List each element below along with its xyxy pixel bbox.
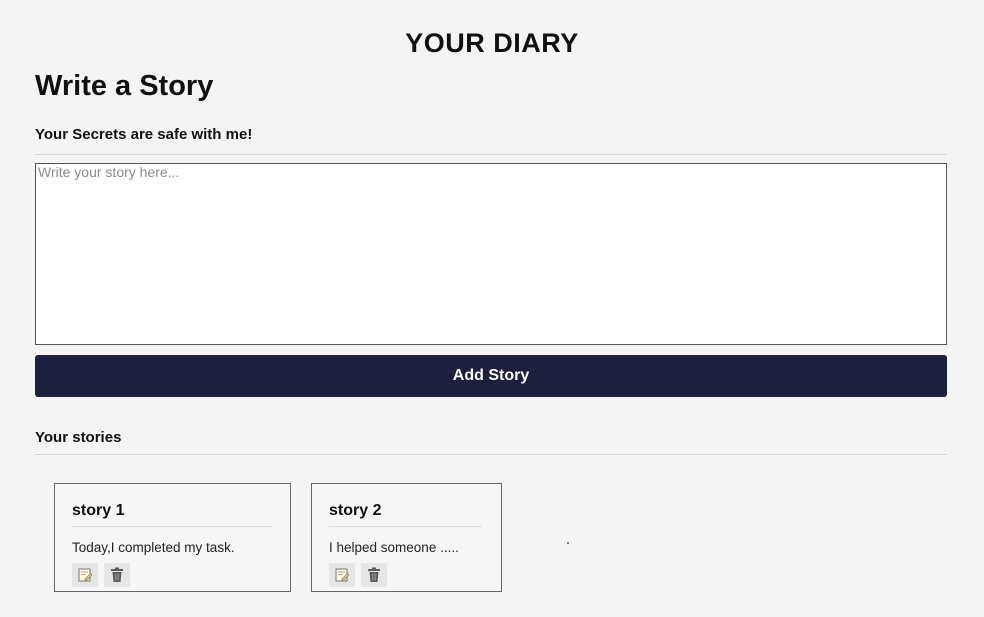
app-title: YOUR DIARY [405, 28, 579, 58]
story-title: story 1 [72, 502, 125, 519]
story-actions [72, 563, 130, 587]
stories-divider [35, 454, 947, 455]
edit-note-icon [334, 567, 350, 583]
edit-story-button[interactable] [72, 563, 98, 587]
card-divider [72, 526, 272, 527]
stories-heading: Your stories [35, 429, 122, 446]
trash-icon [367, 567, 381, 583]
diary-page: YOUR DIARY Write a Story Your Secrets ar… [0, 0, 984, 617]
delete-story-button[interactable] [104, 563, 130, 587]
story-title: story 2 [329, 502, 382, 519]
story-card: story 1 Today,I completed my task. [54, 483, 291, 592]
stray-dot [567, 542, 569, 544]
delete-story-button[interactable] [361, 563, 387, 587]
story-actions [329, 563, 387, 587]
editor-divider [35, 154, 947, 155]
add-story-button[interactable]: Add Story [35, 355, 947, 397]
story-text: I helped someone ..... [329, 540, 459, 555]
story-card: story 2 I helped someone ..... [311, 483, 502, 592]
trash-icon [110, 567, 124, 583]
card-divider [329, 526, 482, 527]
editor-subtitle: Your Secrets are safe with me! [35, 126, 253, 143]
story-text: Today,I completed my task. [72, 540, 235, 555]
write-story-heading: Write a Story [35, 70, 214, 102]
edit-note-icon [77, 567, 93, 583]
story-input[interactable] [35, 163, 947, 345]
edit-story-button[interactable] [329, 563, 355, 587]
